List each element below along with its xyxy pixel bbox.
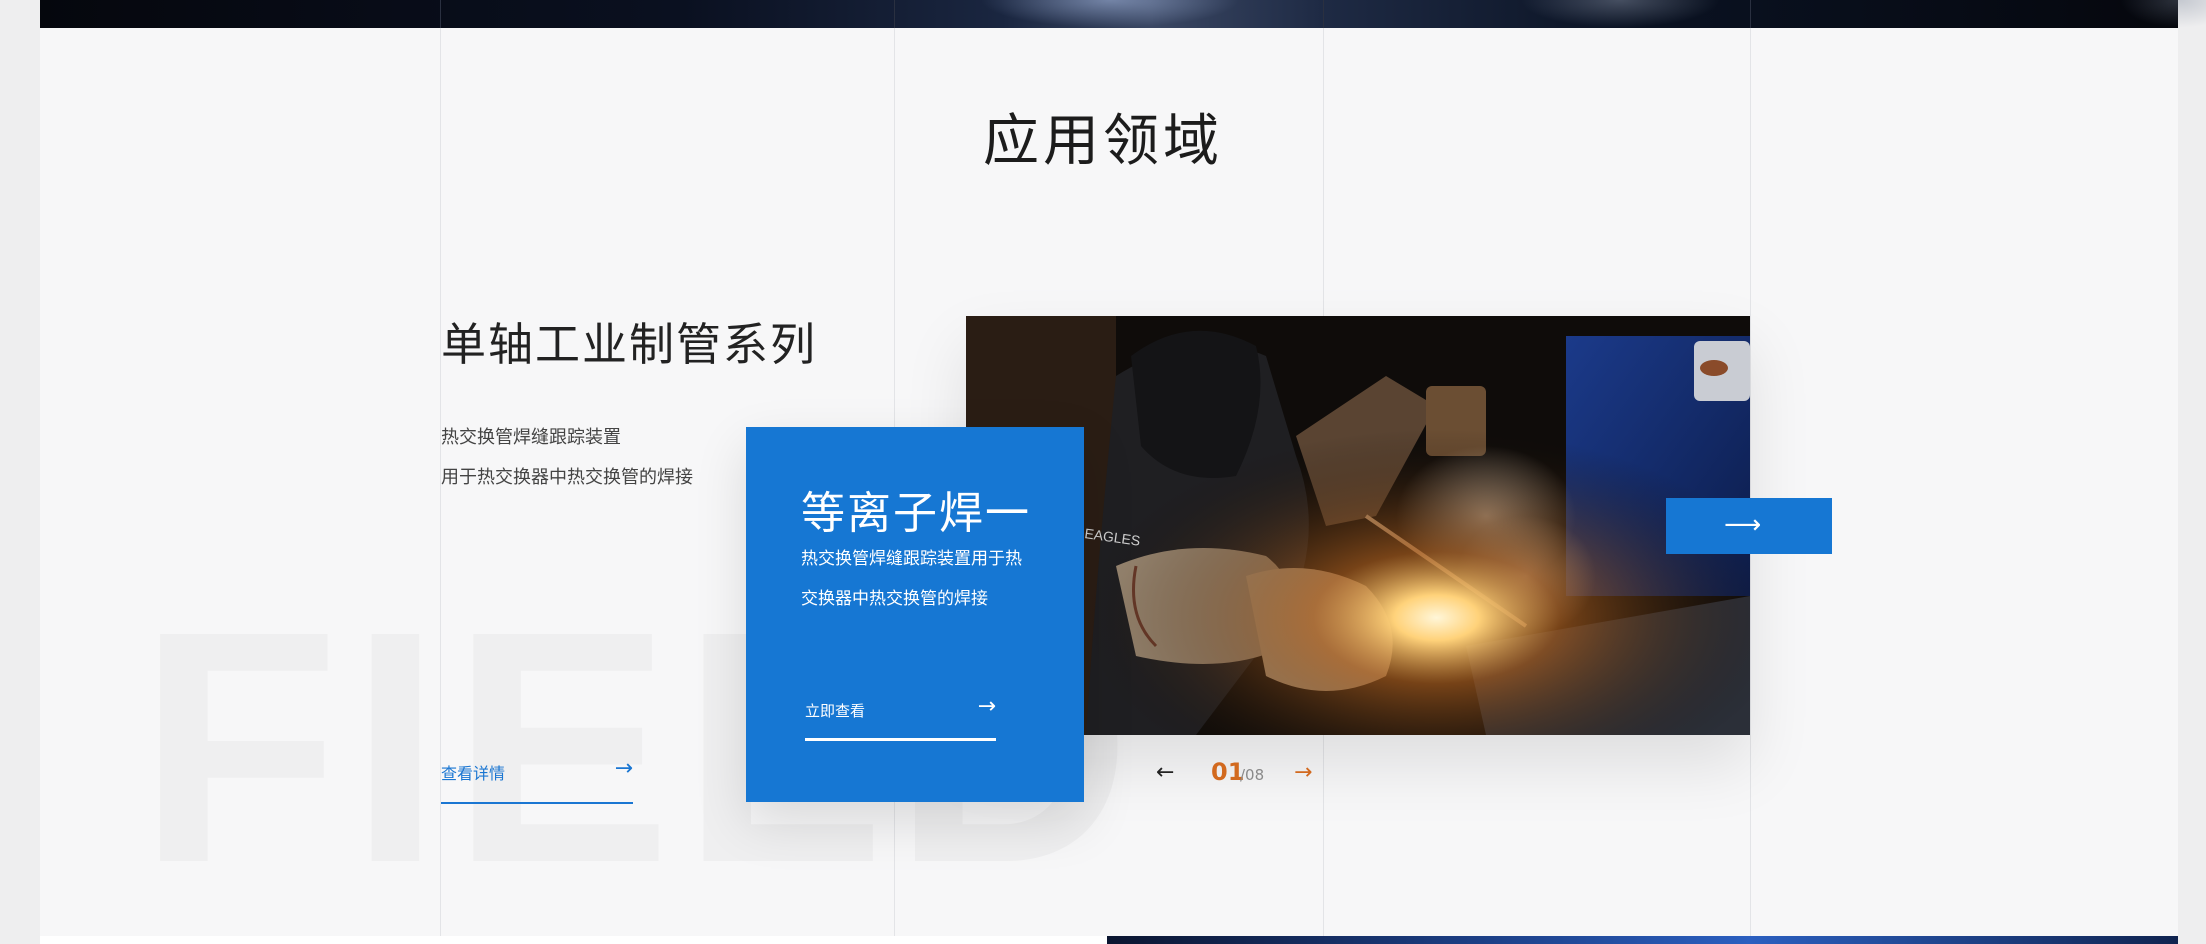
next-slide-button[interactable]: ⟶ — [1666, 498, 1832, 554]
feature-card: 等离子焊一 热交换管焊缝跟踪装置用于热 交换器中热交换管的焊接 立即查看 → — [746, 427, 1084, 802]
arrow-right-icon[interactable]: → — [1294, 760, 1312, 785]
card-description-line: 交换器中热交换管的焊接 — [801, 589, 988, 609]
card-description-line: 热交换管焊缝跟踪装置用于热 — [801, 549, 1022, 569]
arrow-right-icon: → — [614, 756, 633, 781]
series-description-line: 热交换管焊缝跟踪装置 — [441, 427, 621, 448]
top-banner-image — [40, 0, 2206, 28]
grid-line — [440, 0, 441, 28]
view-now-link[interactable]: 立即查看 → — [805, 694, 996, 741]
grid-line — [894, 0, 895, 28]
grid-line — [1750, 0, 1751, 28]
view-now-label: 立即查看 — [805, 702, 866, 720]
card-title: 等离子焊一 — [801, 488, 1031, 539]
section-title: 应用领域 — [983, 109, 1223, 174]
arrow-left-icon[interactable]: ← — [1156, 760, 1174, 785]
grid-line — [1323, 0, 1324, 28]
bottom-banner-image — [1107, 936, 2178, 944]
series-description-line: 用于热交换器中热交换管的焊接 — [441, 467, 693, 488]
view-details-label: 查看详情 — [441, 764, 506, 783]
arrow-right-icon: → — [977, 694, 996, 719]
long-arrow-right-icon: ⟶ — [1724, 510, 1761, 540]
total-slide-count: /08 — [1240, 766, 1265, 784]
series-title: 单轴工业制管系列 — [441, 318, 818, 371]
bottom-section-start — [40, 936, 1107, 944]
view-details-link[interactable]: 查看详情 → — [441, 752, 633, 804]
page: FIELD 应用领域 单轴工业制管系列 热交换管焊缝跟踪装置 用于热交换器中热交… — [0, 0, 2206, 944]
